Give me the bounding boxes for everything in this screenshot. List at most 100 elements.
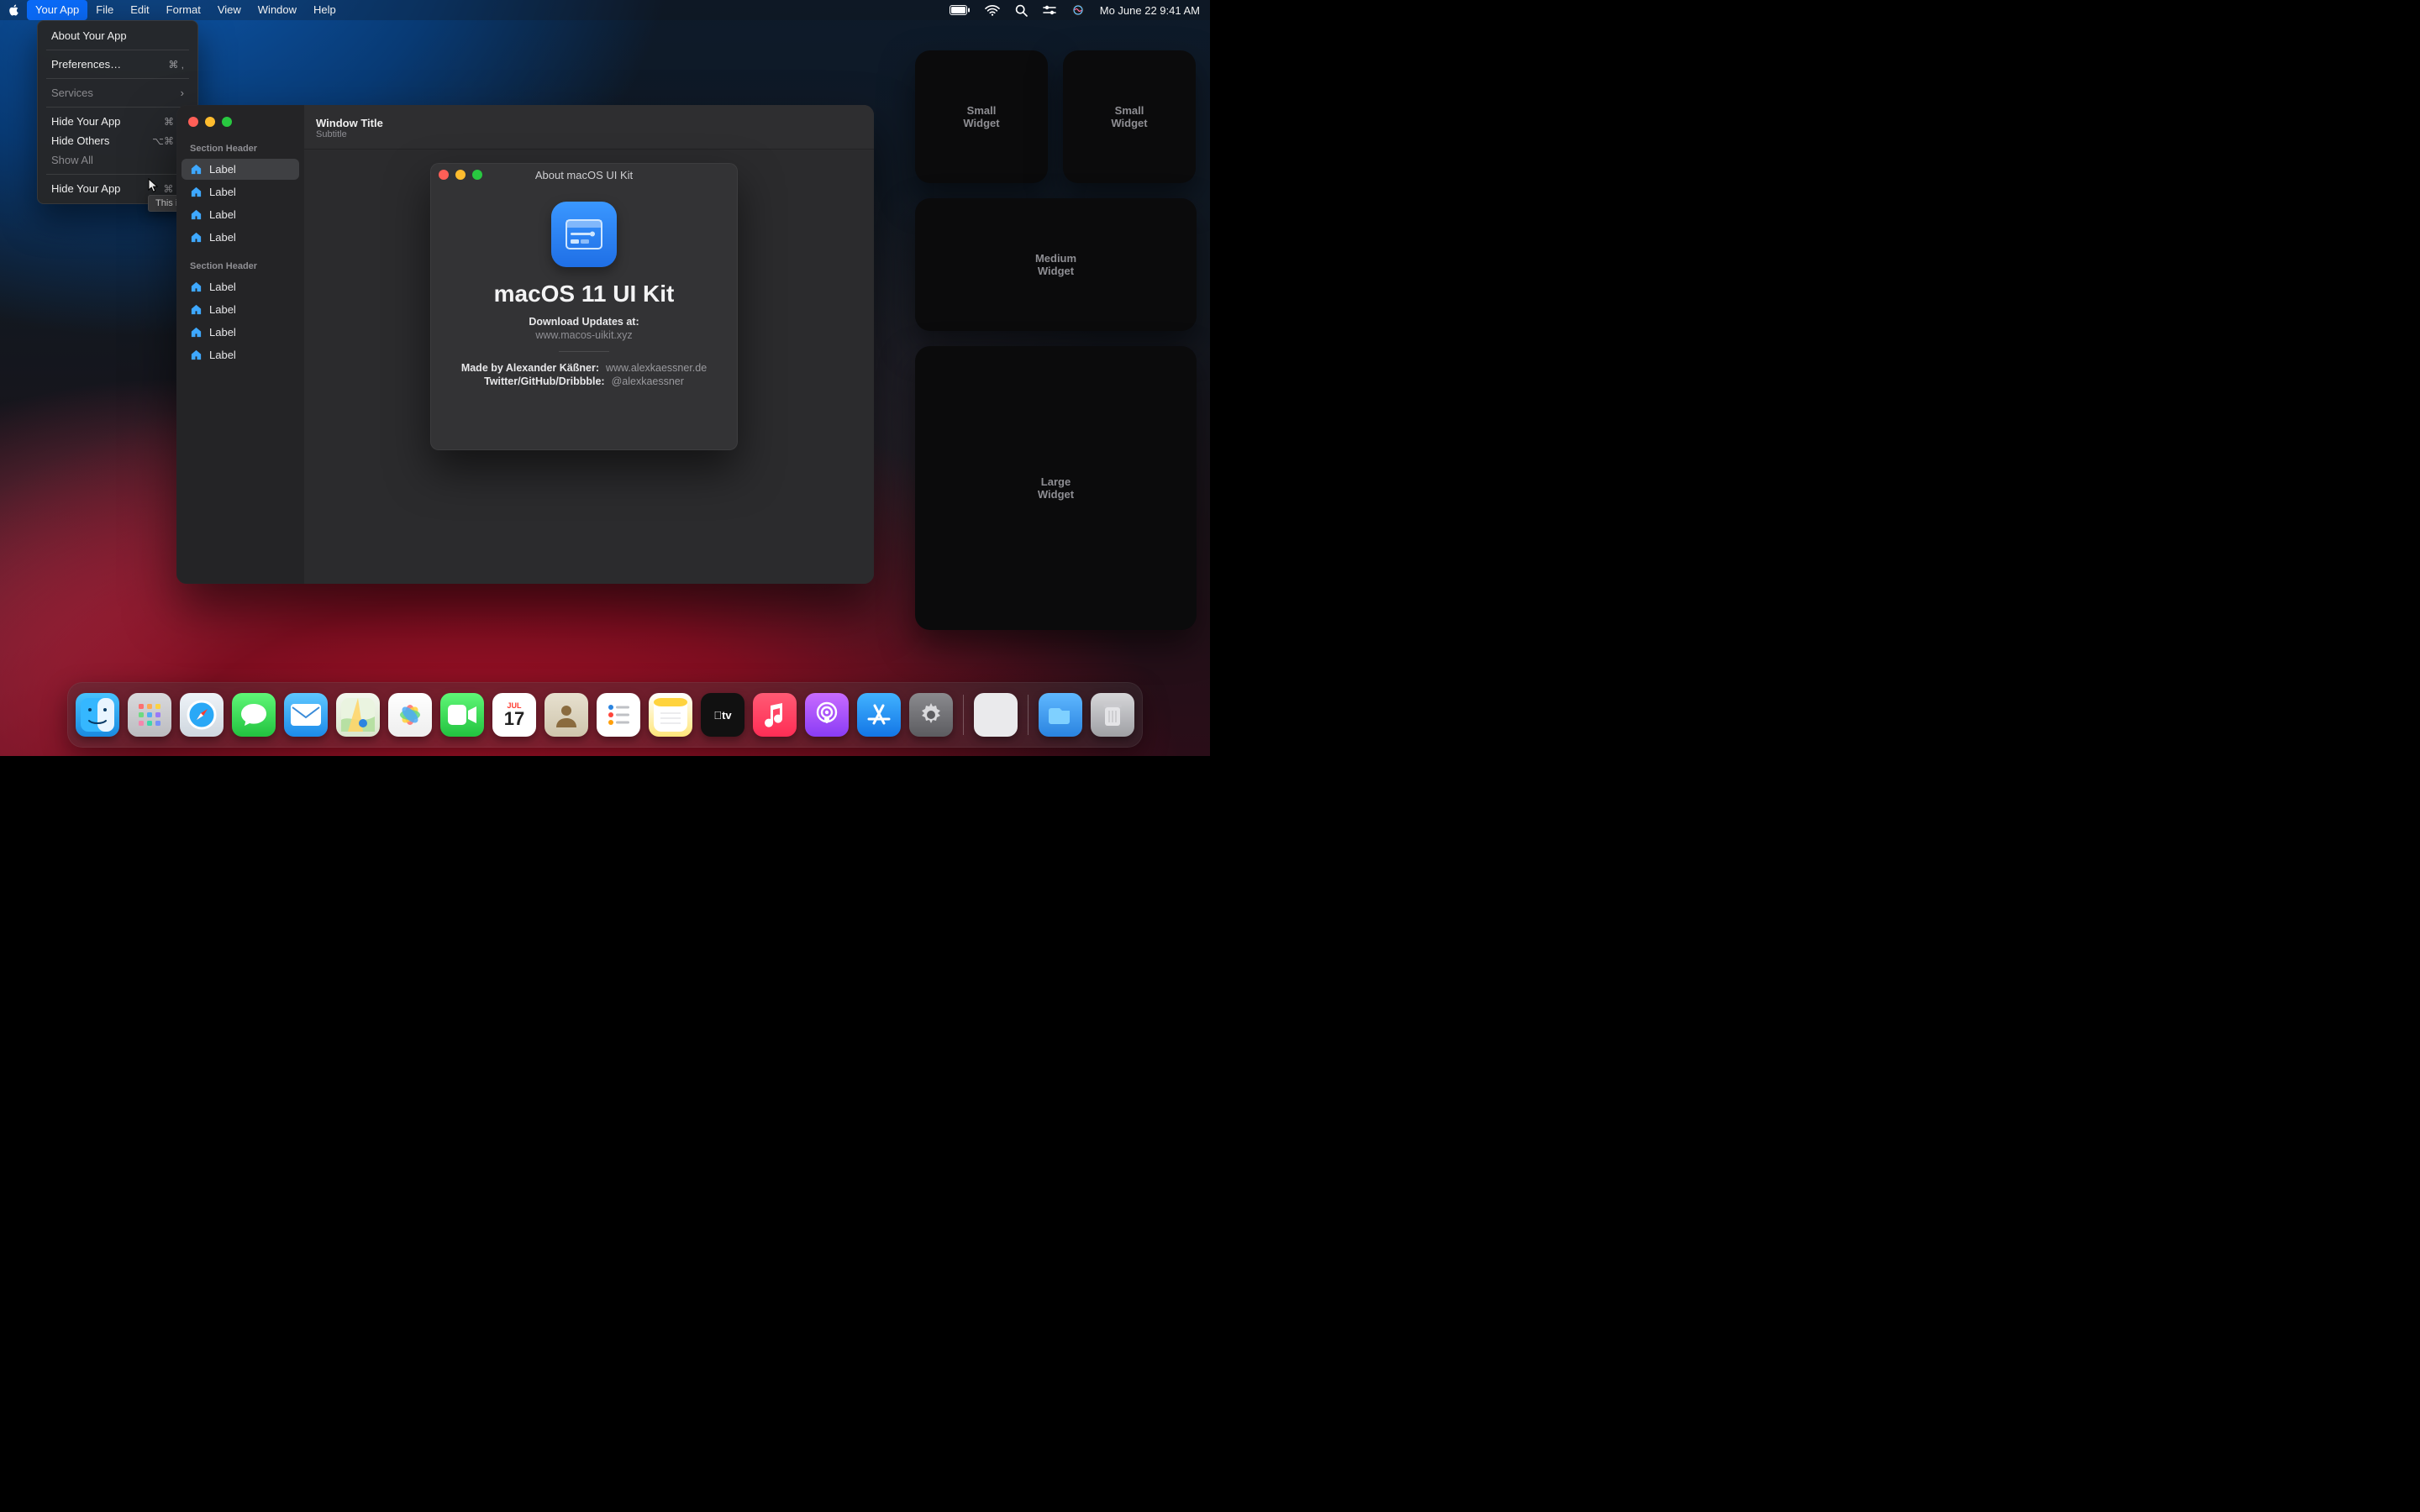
- menu-services[interactable]: Services ›: [43, 83, 192, 102]
- calendar-day: 17: [504, 710, 524, 728]
- dock-maps[interactable]: [336, 693, 380, 737]
- sidebar-item[interactable]: Label: [182, 181, 299, 202]
- dock-notes[interactable]: [649, 693, 692, 737]
- menu-window[interactable]: Window: [250, 0, 305, 20]
- close-button[interactable]: [188, 117, 198, 127]
- dock-mail[interactable]: [284, 693, 328, 737]
- menu-separator: [46, 107, 189, 108]
- desktop: Your App File Edit Format View Window He…: [0, 0, 1210, 756]
- cursor-icon: [148, 178, 160, 193]
- about-title: macOS 11 UI Kit: [494, 281, 675, 307]
- menu-about-app[interactable]: About Your App: [43, 26, 192, 45]
- window-subtitle: Subtitle: [316, 129, 862, 139]
- widget-label: Small Widget: [1111, 104, 1147, 129]
- dock-finder[interactable]: [76, 693, 119, 737]
- app-menu-dropdown: About Your App Preferences… ⌘ , Services ›…: [37, 20, 198, 204]
- apple-menu-icon[interactable]: [8, 4, 27, 16]
- dock-systempreferences[interactable]: [909, 693, 953, 737]
- house-icon: [190, 208, 203, 221]
- menu-prefs-shortcut: ⌘ ,: [168, 59, 184, 71]
- about-titlebar[interactable]: About macOS UI Kit: [430, 163, 738, 186]
- siri-icon[interactable]: [1071, 3, 1085, 17]
- menu-edit[interactable]: Edit: [122, 0, 157, 20]
- about-author-url[interactable]: www.alexkaessner.de: [606, 362, 707, 374]
- control-center-icon[interactable]: [1043, 4, 1056, 16]
- small-widget[interactable]: Small Widget: [1063, 50, 1196, 183]
- sidebar-item[interactable]: Label: [182, 276, 299, 297]
- dock-downloads[interactable]: [1039, 693, 1082, 737]
- dock-messages[interactable]: [232, 693, 276, 737]
- dock-launchpad[interactable]: [128, 693, 171, 737]
- house-icon: [190, 326, 203, 339]
- dock-appletv[interactable]: tv: [701, 693, 744, 737]
- sidebar-item[interactable]: Label: [182, 299, 299, 320]
- house-icon: [190, 349, 203, 361]
- sidebar-item[interactable]: Label: [182, 159, 299, 180]
- small-widget[interactable]: Small Widget: [915, 50, 1048, 183]
- about-social-handle[interactable]: @alexkaessner: [612, 375, 684, 387]
- sidebar-item-label: Label: [209, 326, 236, 339]
- sidebar-section-header: Section Header: [182, 139, 299, 157]
- sidebar-section-header: Section Header: [182, 256, 299, 275]
- sidebar-item[interactable]: Label: [182, 322, 299, 343]
- sidebar-item[interactable]: Label: [182, 204, 299, 225]
- widget-label: Medium Widget: [1035, 252, 1076, 277]
- about-window-title: About macOS UI Kit: [430, 169, 738, 181]
- menu-your-app[interactable]: Your App: [27, 0, 87, 20]
- sidebar-item-label: Label: [209, 163, 236, 176]
- menu-hide-others[interactable]: Hide Others⌥⌘ H: [43, 131, 192, 150]
- menu-hide-others-label: Hide Others: [51, 134, 109, 147]
- menubar: Your App File Edit Format View Window He…: [0, 0, 1210, 20]
- menu-services-label: Services: [51, 87, 93, 99]
- about-download-label: Download Updates at:: [529, 316, 639, 328]
- menu-view[interactable]: View: [209, 0, 250, 20]
- zoom-button[interactable]: [222, 117, 232, 127]
- menu-file[interactable]: File: [87, 0, 122, 20]
- titlebar[interactable]: Window Title Subtitle: [304, 105, 874, 150]
- menu-preferences[interactable]: Preferences… ⌘ ,: [43, 55, 192, 74]
- dock-music[interactable]: [753, 693, 797, 737]
- about-author-label: Made by Alexander Käßner:: [461, 362, 599, 374]
- dock-trash[interactable]: [1091, 693, 1134, 737]
- menu-hide-label: Hide Your App: [51, 115, 120, 128]
- sidebar-item[interactable]: Label: [182, 344, 299, 365]
- dock-contacts[interactable]: [544, 693, 588, 737]
- dock-calendar[interactable]: JUL17: [492, 693, 536, 737]
- minimize-button[interactable]: [205, 117, 215, 127]
- sidebar-item[interactable]: Label: [182, 227, 299, 248]
- medium-widget[interactable]: Medium Widget: [915, 198, 1197, 331]
- battery-icon[interactable]: [950, 5, 970, 15]
- dock-recent-app[interactable]: [974, 693, 1018, 737]
- sidebar-item-label: Label: [209, 186, 236, 198]
- house-icon: [190, 186, 203, 198]
- dock-photos[interactable]: [388, 693, 432, 737]
- menu-about-label: About Your App: [51, 29, 127, 42]
- window-controls: [182, 113, 299, 137]
- dock-appstore[interactable]: [857, 693, 901, 737]
- dock-safari[interactable]: [180, 693, 224, 737]
- spotlight-icon[interactable]: [1015, 4, 1028, 17]
- menu-show-all[interactable]: Show All: [43, 150, 192, 170]
- menu-format[interactable]: Format: [158, 0, 209, 20]
- dock-podcasts[interactable]: [805, 693, 849, 737]
- menu-prefs-label: Preferences…: [51, 58, 121, 71]
- widget-label: Large Widget: [1038, 475, 1074, 501]
- menu-hide-app[interactable]: Hide Your App⌘ H: [43, 112, 192, 131]
- menu-help[interactable]: Help: [305, 0, 345, 20]
- menu-quit-label: Hide Your App: [51, 182, 120, 195]
- menu-show-all-label: Show All: [51, 154, 93, 166]
- large-widget[interactable]: Large Widget: [915, 346, 1197, 630]
- sidebar-item-label: Label: [209, 208, 236, 221]
- sidebar-item-label: Label: [209, 231, 236, 244]
- dock-reminders[interactable]: [597, 693, 640, 737]
- chevron-right-icon: ›: [181, 87, 184, 99]
- sidebar-item-label: Label: [209, 349, 236, 361]
- dock-facetime[interactable]: [440, 693, 484, 737]
- menu-separator: [46, 78, 189, 79]
- house-icon: [190, 163, 203, 176]
- about-download-url[interactable]: www.macos-uikit.xyz: [535, 329, 632, 341]
- dock: JUL17 tv: [67, 682, 1143, 748]
- menubar-clock[interactable]: Mo June 22 9:41 AM: [1100, 4, 1200, 17]
- wifi-icon[interactable]: [985, 5, 1000, 16]
- house-icon: [190, 231, 203, 244]
